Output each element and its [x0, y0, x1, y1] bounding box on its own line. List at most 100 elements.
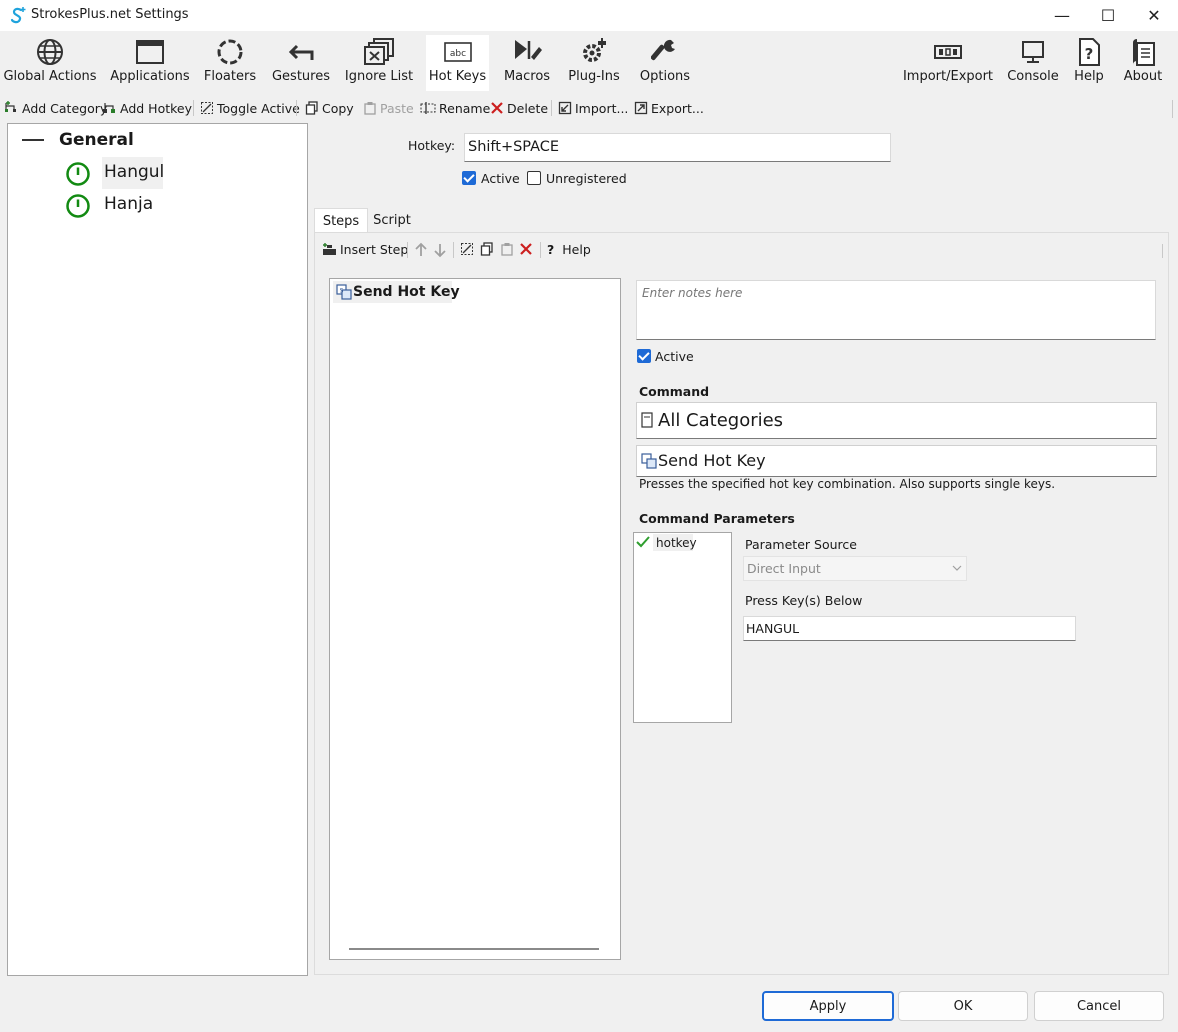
paste-icon	[364, 102, 376, 115]
parameter-source-label: Parameter Source	[745, 537, 857, 552]
ribbon-help-button[interactable]: ? Help	[1068, 35, 1110, 91]
tree-item-hangul[interactable]: Hangul	[104, 162, 164, 182]
tree-item-hanja[interactable]: Hanja	[104, 194, 153, 214]
delete-button[interactable]: Delete	[490, 99, 548, 117]
floaters-icon	[215, 35, 245, 69]
help-question-icon: ?	[547, 241, 555, 257]
delete-label: Delete	[507, 100, 549, 116]
press-keys-field[interactable]: HANGUL	[743, 616, 1076, 641]
maximize-button[interactable]: ☐	[1085, 0, 1131, 31]
toggle-active-button[interactable]: Toggle Active	[200, 99, 300, 117]
close-button[interactable]: ✕	[1131, 0, 1177, 31]
cancel-button[interactable]: Cancel	[1034, 991, 1164, 1021]
globe-icon	[35, 35, 65, 69]
ribbon-about-label: About	[1123, 69, 1163, 84]
parameter-source-dropdown[interactable]: Direct Input	[743, 556, 967, 581]
ribbon-floaters-button[interactable]: Floaters	[202, 35, 258, 91]
ribbon-ignore-list-button[interactable]: Ignore List	[344, 35, 414, 91]
hotkey-label: Hotkey:	[408, 138, 456, 153]
step-notes-placeholder: Enter notes here	[642, 286, 743, 300]
param-item-hotkey[interactable]: hotkey	[656, 536, 697, 550]
ribbon-import-export-label: Import/Export	[902, 69, 994, 84]
active-power-icon	[66, 194, 90, 222]
window-title: StrokesPlus.net Settings	[31, 7, 189, 22]
ribbon-about-button[interactable]: About	[1120, 35, 1166, 91]
export-label: Export...	[651, 100, 704, 116]
ribbon-hot-keys-button[interactable]: abc Hot Keys	[426, 35, 489, 91]
insert-step-icon	[323, 243, 336, 255]
ribbon-global-actions-button[interactable]: Global Actions	[3, 35, 97, 91]
ribbon-macros-button[interactable]: Macros	[501, 35, 553, 91]
steps-list[interactable]	[329, 278, 621, 960]
export-icon	[634, 101, 648, 115]
apply-button[interactable]: Apply	[762, 991, 894, 1021]
copy-button[interactable]: Copy	[305, 99, 354, 117]
press-keys-value: HANGUL	[746, 621, 800, 636]
tab-steps[interactable]: Steps	[314, 208, 368, 233]
ribbon-options-button[interactable]: Options	[637, 35, 693, 91]
toggle-active-icon	[201, 102, 213, 114]
export-button[interactable]: Export...	[634, 99, 704, 117]
move-up-arrow-icon[interactable]	[414, 242, 428, 262]
delete-step-icon[interactable]	[519, 242, 533, 260]
hotkey-field[interactable]: Shift+SPACE	[464, 133, 891, 162]
parameters-list[interactable]	[633, 532, 732, 723]
move-down-arrow-icon[interactable]	[433, 242, 447, 262]
hotkey-active-checkbox[interactable]	[462, 171, 476, 185]
toggle-active-label: Toggle Active	[217, 100, 300, 116]
app-logo-icon	[10, 6, 26, 24]
steps-help-button[interactable]: ? Help	[547, 240, 591, 258]
collapse-icon[interactable]	[22, 139, 44, 141]
send-hotkey-icon	[641, 453, 657, 469]
command-description: Presses the specified hot key combinatio…	[639, 477, 1056, 491]
add-hotkey-button[interactable]: Add Hotkey	[102, 99, 192, 117]
ribbon-floaters-label: Floaters	[203, 69, 257, 84]
unregistered-checkbox[interactable]	[527, 171, 541, 185]
command-value: Send Hot Key	[658, 451, 766, 470]
ribbon-ignore-list-label: Ignore List	[344, 69, 414, 84]
toggle-step-icon[interactable]	[460, 242, 474, 260]
tab-script[interactable]: Script	[367, 208, 417, 232]
hotkey-value: Shift+SPACE	[468, 139, 560, 155]
svg-text:S: S	[340, 288, 344, 295]
steps-horizontal-scrollbar[interactable]	[349, 948, 599, 950]
insert-step-button[interactable]: Insert Step	[322, 240, 408, 258]
ribbon-options-label: Options	[639, 69, 691, 84]
parameter-source-value: Direct Input	[747, 561, 821, 576]
ok-button[interactable]: OK	[898, 991, 1028, 1021]
minimize-button[interactable]: —	[1039, 0, 1085, 31]
import-button[interactable]: Import...	[558, 99, 628, 117]
about-book-icon	[1129, 35, 1157, 69]
ribbon-import-export-button[interactable]: Import/Export	[902, 35, 994, 91]
step-active-checkbox[interactable]	[637, 349, 651, 363]
ribbon-plugins-button[interactable]: Plug-Ins	[565, 35, 623, 91]
ribbon-console-button[interactable]: Console	[1006, 35, 1060, 91]
step-notes-field[interactable]: Enter notes here	[636, 280, 1156, 340]
tree-category-general[interactable]: General	[59, 130, 134, 150]
ribbon-gestures-button[interactable]: Gestures	[270, 35, 332, 91]
paste-button[interactable]: Paste	[363, 99, 414, 117]
command-heading: Command	[639, 384, 710, 399]
toolbar-separator	[407, 242, 408, 258]
ribbon-hot-keys-label: Hot Keys	[428, 69, 487, 84]
paste-step-icon[interactable]	[500, 242, 514, 260]
hotkey-tree[interactable]	[7, 123, 308, 976]
step-item-send-hot-key[interactable]: Send Hot Key	[353, 284, 460, 300]
ribbon-applications-button[interactable]: Applications	[110, 35, 190, 91]
category-dropdown[interactable]: All Categories	[636, 402, 1157, 439]
gesture-arrow-icon	[286, 35, 316, 69]
ribbon-applications-label: Applications	[110, 69, 190, 84]
steps-help-label: Help	[562, 241, 591, 257]
insert-step-label: Insert Step	[340, 241, 409, 257]
rename-icon	[420, 102, 436, 114]
send-hotkey-icon: S	[336, 284, 352, 304]
help-document-icon: ?	[1076, 35, 1102, 69]
paste-label: Paste	[380, 100, 414, 116]
copy-step-icon[interactable]	[480, 242, 494, 260]
add-category-button[interactable]: Add Category	[4, 99, 107, 117]
add-category-label: Add Category	[22, 100, 108, 116]
rename-button[interactable]: Rename	[420, 99, 490, 117]
import-icon	[558, 101, 572, 115]
command-dropdown[interactable]: Send Hot Key	[636, 445, 1157, 477]
toolbar-separator	[551, 100, 552, 116]
